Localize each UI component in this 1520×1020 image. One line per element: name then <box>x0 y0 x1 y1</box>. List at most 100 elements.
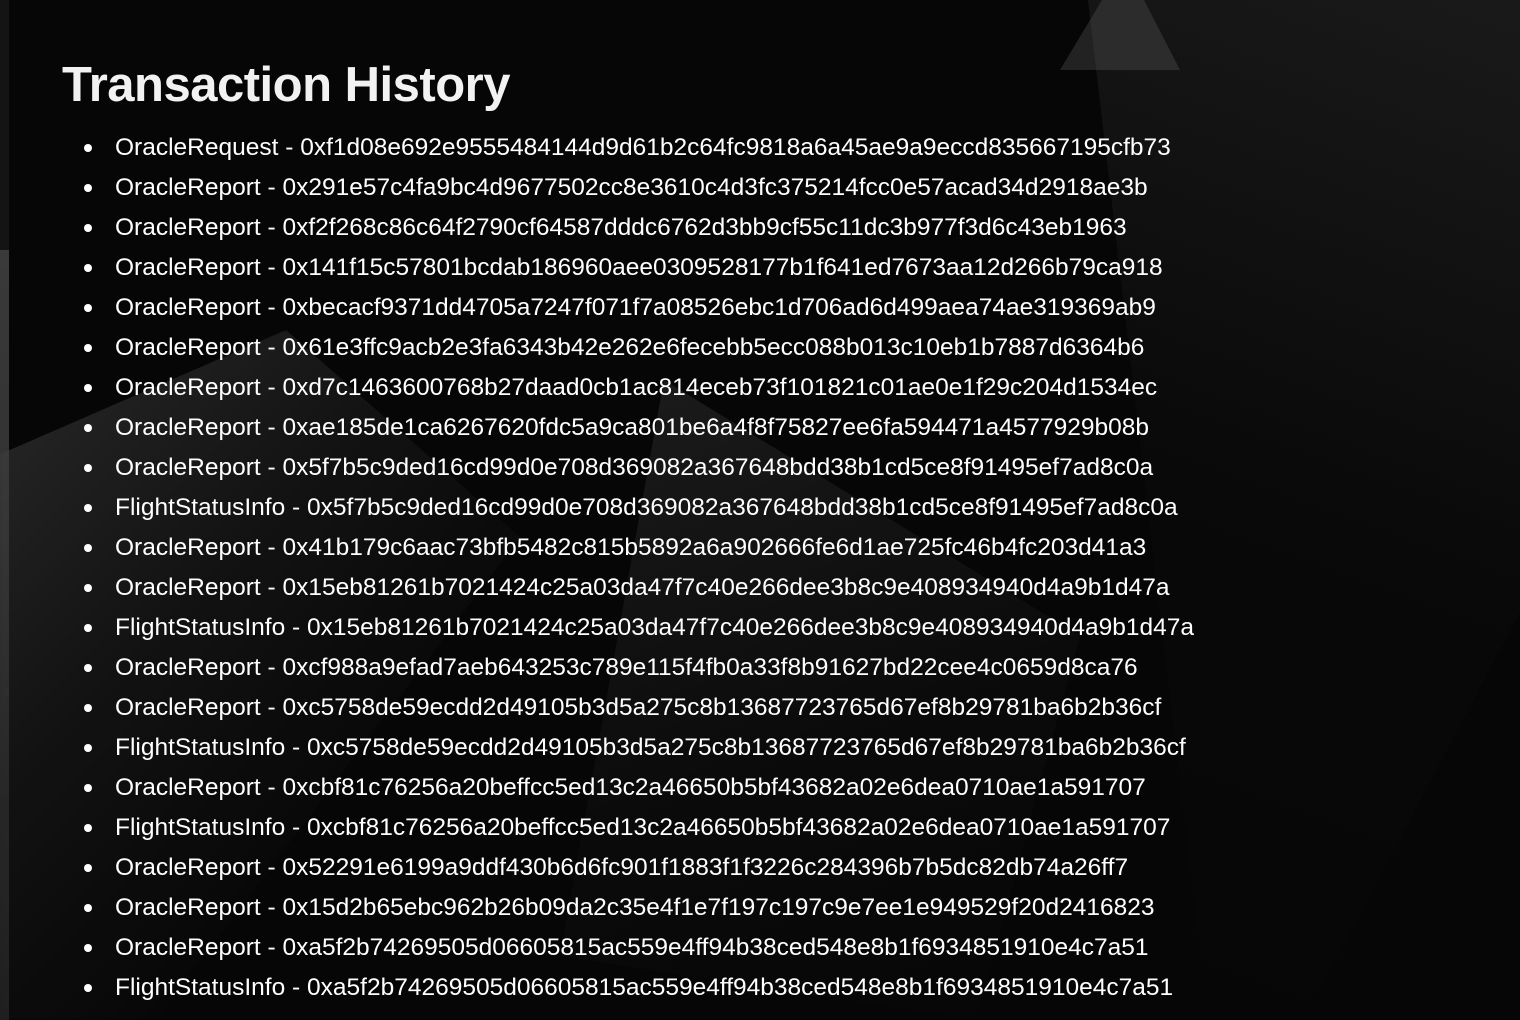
transaction-item: OracleReport - 0xa5f2b74269505d06605815a… <box>62 928 1502 968</box>
transaction-separator: - <box>260 174 283 201</box>
transaction-separator: - <box>285 814 308 841</box>
transaction-item: OracleReport - 0x15eb81261b7021424c25a03… <box>62 568 1502 608</box>
transaction-item: OracleReport - 0x52291e6199a9ddf430b6d6f… <box>62 848 1502 888</box>
transaction-hash: 0x291e57c4fa9bc4d9677502cc8e3610c4d3fc37… <box>282 174 1148 201</box>
transaction-hash: 0x15eb81261b7021424c25a03da47f7c40e266de… <box>282 574 1170 601</box>
transaction-item: FlightStatusInfo - 0xc5758de59ecdd2d4910… <box>62 728 1502 768</box>
page-title: Transaction History <box>62 58 510 112</box>
transaction-item: OracleReport - 0xf2f268c86c64f2790cf6458… <box>62 208 1502 248</box>
transaction-event-name: OracleReport <box>115 214 261 241</box>
transaction-hash: 0x52291e6199a9ddf430b6d6fc901f1883f1f322… <box>282 854 1129 881</box>
transaction-event-name: OracleReport <box>115 774 261 801</box>
page-root: Transaction History OracleRequest - 0xf1… <box>0 0 1520 1020</box>
transaction-event-name: OracleReport <box>115 654 261 681</box>
bullet-icon <box>84 184 92 192</box>
bullet-icon <box>84 384 92 392</box>
transaction-separator: - <box>260 454 283 481</box>
transaction-event-name: OracleReport <box>115 574 261 601</box>
transaction-hash: 0xd7c1463600768b27daad0cb1ac814eceb73f10… <box>282 374 1158 401</box>
transaction-hash: 0x141f15c57801bcdab186960aee0309528177b1… <box>282 254 1163 281</box>
transaction-event-name: OracleReport <box>115 534 261 561</box>
transaction-separator: - <box>285 614 308 641</box>
transaction-item: OracleReport - 0x41b179c6aac73bfb5482c81… <box>62 528 1502 568</box>
bullet-icon <box>84 744 92 752</box>
transaction-event-name: OracleReport <box>115 414 261 441</box>
transaction-event-name: FlightStatusInfo <box>115 734 286 761</box>
transaction-separator: - <box>260 374 283 401</box>
bullet-icon <box>84 144 92 152</box>
transaction-item: FlightStatusInfo - 0x15eb81261b7021424c2… <box>62 608 1502 648</box>
transaction-hash: 0xc5758de59ecdd2d49105b3d5a275c8b1368772… <box>282 694 1162 721</box>
bullet-icon <box>84 624 92 632</box>
transaction-hash: 0x15eb81261b7021424c25a03da47f7c40e266de… <box>307 614 1194 641</box>
transaction-separator: - <box>285 734 308 761</box>
transaction-hash: 0xf2f268c86c64f2790cf64587dddc6762d3bb9c… <box>282 214 1127 241</box>
transaction-separator: - <box>260 894 283 921</box>
transaction-hash: 0xa5f2b74269505d06605815ac559e4ff94b38ce… <box>282 934 1149 961</box>
transaction-event-name: FlightStatusInfo <box>115 614 286 641</box>
transaction-event-name: OracleReport <box>115 254 261 281</box>
transaction-event-name: OracleRequest <box>115 134 279 161</box>
transaction-separator: - <box>260 694 283 721</box>
bullet-icon <box>84 944 92 952</box>
transaction-item: OracleRequest - 0xf1d08e692e9555484144d9… <box>62 128 1502 168</box>
transaction-event-name: OracleReport <box>115 374 261 401</box>
transaction-hash: 0x5f7b5c9ded16cd99d0e708d369082a367648bd… <box>282 454 1154 481</box>
transaction-event-name: OracleReport <box>115 334 261 361</box>
bullet-icon <box>84 824 92 832</box>
bullet-icon <box>84 304 92 312</box>
bullet-icon <box>84 664 92 672</box>
transaction-separator: - <box>260 294 283 321</box>
transaction-item: OracleReport - 0xcf988a9efad7aeb643253c7… <box>62 648 1502 688</box>
transaction-separator: - <box>278 134 301 161</box>
transaction-item: OracleReport - 0x5f7b5c9ded16cd99d0e708d… <box>62 448 1502 488</box>
transaction-event-name: OracleReport <box>115 294 261 321</box>
bullet-icon <box>84 704 92 712</box>
transaction-hash: 0xf1d08e692e9555484144d9d61b2c64fc9818a6… <box>300 134 1171 161</box>
bullet-icon <box>84 784 92 792</box>
transaction-hash: 0x61e3ffc9acb2e3fa6343b42e262e6fecebb5ec… <box>282 334 1145 361</box>
transaction-separator: - <box>260 774 283 801</box>
transaction-item: OracleReport - 0x141f15c57801bcdab186960… <box>62 248 1502 288</box>
bullet-icon <box>84 424 92 432</box>
transaction-separator: - <box>260 414 283 441</box>
transaction-event-name: FlightStatusInfo <box>115 494 286 521</box>
bullet-icon <box>84 864 92 872</box>
transaction-item: FlightStatusInfo - 0xcbf81c76256a20beffc… <box>62 808 1502 848</box>
transaction-separator: - <box>260 214 283 241</box>
transaction-separator: - <box>285 974 308 1001</box>
transaction-event-name: OracleReport <box>115 454 261 481</box>
transaction-hash: 0x41b179c6aac73bfb5482c815b5892a6a902666… <box>282 534 1147 561</box>
transaction-separator: - <box>260 534 283 561</box>
bullet-icon <box>84 544 92 552</box>
transaction-hash: 0x15d2b65ebc962b26b09da2c35e4f1e7f197c19… <box>282 894 1155 921</box>
transaction-separator: - <box>260 254 283 281</box>
bullet-icon <box>84 904 92 912</box>
transaction-event-name: OracleReport <box>115 854 261 881</box>
transaction-item: OracleReport - 0x291e57c4fa9bc4d9677502c… <box>62 168 1502 208</box>
transaction-hash: 0xcbf81c76256a20beffcc5ed13c2a46650b5bf4… <box>282 774 1146 801</box>
bullet-icon <box>84 584 92 592</box>
bullet-icon <box>84 224 92 232</box>
transaction-event-name: OracleReport <box>115 894 261 921</box>
transaction-item: OracleReport - 0xcbf81c76256a20beffcc5ed… <box>62 768 1502 808</box>
transaction-event-name: OracleReport <box>115 694 261 721</box>
transaction-item: OracleReport - 0xbecacf9371dd4705a7247f0… <box>62 288 1502 328</box>
transaction-hash: 0x5f7b5c9ded16cd99d0e708d369082a367648bd… <box>307 494 1178 521</box>
transaction-item: OracleReport - 0xc5758de59ecdd2d49105b3d… <box>62 688 1502 728</box>
transaction-history-section: Transaction History OracleRequest - 0xf1… <box>62 50 1502 1008</box>
transaction-event-name: OracleReport <box>115 934 261 961</box>
transaction-hash: 0xcf988a9efad7aeb643253c789e115f4fb0a33f… <box>282 654 1138 681</box>
transaction-item: FlightStatusInfo - 0xa5f2b74269505d06605… <box>62 968 1502 1008</box>
transaction-separator: - <box>260 574 283 601</box>
transaction-hash: 0xcbf81c76256a20beffcc5ed13c2a46650b5bf4… <box>307 814 1171 841</box>
transaction-item: OracleReport - 0x15d2b65ebc962b26b09da2c… <box>62 888 1502 928</box>
transaction-hash: 0xbecacf9371dd4705a7247f071f7a08526ebc1d… <box>282 294 1156 321</box>
transaction-separator: - <box>260 654 283 681</box>
transaction-list: OracleRequest - 0xf1d08e692e9555484144d9… <box>62 128 1502 1008</box>
bullet-icon <box>84 344 92 352</box>
transaction-hash: 0xae185de1ca6267620fdc5a9ca801be6a4f8f75… <box>282 414 1150 441</box>
transaction-separator: - <box>260 934 283 961</box>
transaction-item: OracleReport - 0x61e3ffc9acb2e3fa6343b42… <box>62 328 1502 368</box>
transaction-item: OracleReport - 0xd7c1463600768b27daad0cb… <box>62 368 1502 408</box>
